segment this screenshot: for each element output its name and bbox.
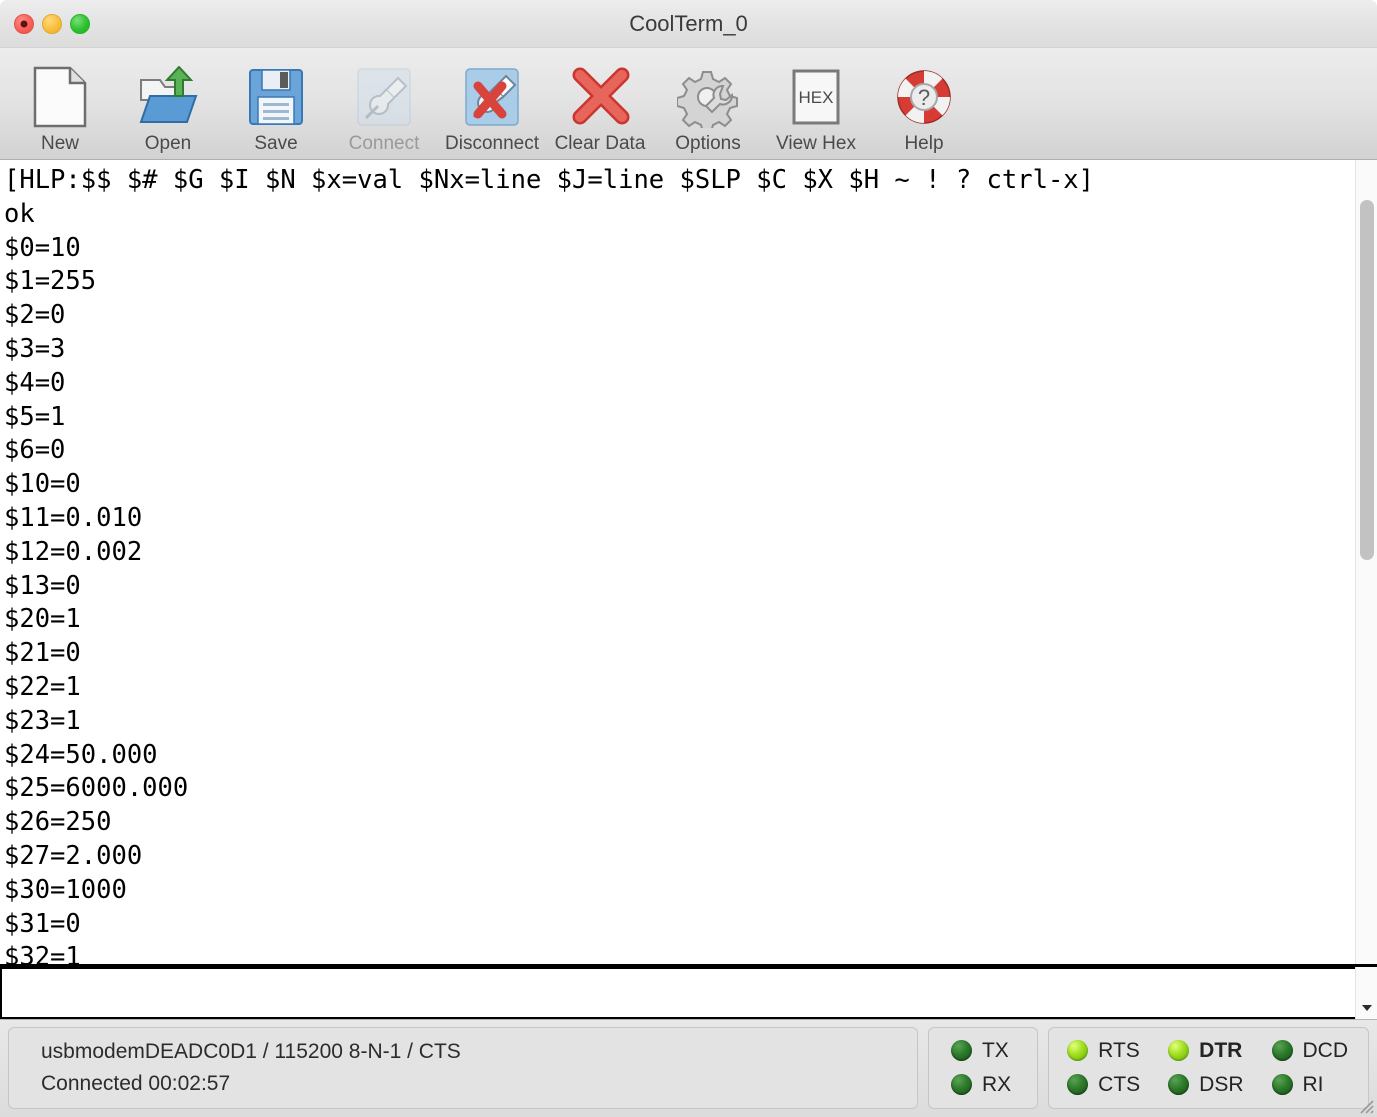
rx-led-icon [951,1074,972,1095]
toolbar-button-clear-data[interactable]: Clear Data [546,51,654,159]
send-row [0,967,1377,1019]
ri-led-label: RI [1303,1073,1324,1097]
tx-led-icon [951,1040,972,1061]
gear-wrench-icon [675,64,741,130]
terminal-area: [HLP:$$ $# $G $I $N $x=val $Nx=line $J=l… [0,160,1377,967]
terminal-output[interactable]: [HLP:$$ $# $G $I $N $x=val $Nx=line $J=l… [0,160,1355,964]
status-bar: usbmodemDEADC0D1 / 115200 8-N-1 / CTS Co… [0,1019,1377,1117]
dcd-led-icon [1272,1040,1293,1061]
led-item-tx: TX [951,1039,1011,1063]
led-item-cts: CTS [1067,1073,1140,1097]
plug-connect-icon [351,64,417,130]
toolbar-button-new[interactable]: New [6,51,114,159]
ri-led-icon [1272,1074,1293,1095]
tx-led-label: TX [982,1039,1009,1063]
led-item-rts: RTS [1067,1039,1140,1063]
hex-box-icon: HEX [783,64,849,130]
toolbar-label-disconnect: Disconnect [445,133,539,155]
chevron-down-icon [1361,1003,1373,1013]
led-item-dcd: DCD [1272,1039,1349,1063]
send-history-dropdown[interactable] [1355,967,1377,1019]
modem-led-panel: RTS CTS DTR DSR DCD [1048,1027,1369,1109]
svg-text:?: ? [918,85,930,110]
modem-led-grid: RTS CTS DTR DSR DCD [1067,1039,1348,1097]
red-x-icon [567,64,633,130]
resize-grip[interactable] [1356,1096,1374,1114]
toolbar-button-disconnect[interactable]: Disconnect [438,51,546,159]
lifebuoy-question-icon: ? [891,64,957,130]
dtr-led-label: DTR [1199,1039,1242,1063]
toolbar-label-clear-data: Clear Data [555,133,646,155]
rts-led-label: RTS [1098,1039,1140,1063]
txrx-led-panel: TX RX [928,1027,1038,1109]
rts-led-icon [1067,1040,1088,1061]
svg-text:HEX: HEX [799,88,834,107]
toolbar-button-connect[interactable]: Connect [330,51,438,159]
led-item-dsr: DSR [1168,1073,1243,1097]
txrx-led-grid: TX RX [951,1039,1011,1097]
plug-disconnect-icon [459,64,525,130]
toolbar-label-view-hex: View Hex [776,133,856,155]
dtr-led-icon [1168,1040,1189,1061]
led-item-ri: RI [1272,1073,1349,1097]
dsr-led-label: DSR [1199,1073,1243,1097]
open-folder-icon [135,64,201,130]
toolbar-label-help: Help [904,133,943,155]
rx-led-label: RX [982,1073,1011,1097]
connection-info-panel: usbmodemDEADC0D1 / 115200 8-N-1 / CTS Co… [8,1027,918,1109]
toolbar: New Open [0,48,1377,160]
toolbar-label-save: Save [254,133,297,155]
dcd-led-label: DCD [1303,1039,1349,1063]
cts-led-icon [1067,1074,1088,1095]
cts-led-label: CTS [1098,1073,1140,1097]
toolbar-label-connect: Connect [349,133,420,155]
toolbar-button-save[interactable]: Save [222,51,330,159]
new-document-icon [27,64,93,130]
connection-status-text: Connected 00:02:57 [41,1072,230,1096]
terminal-scrollbar-thumb[interactable] [1360,200,1374,560]
terminal-scrollbar[interactable] [1355,160,1377,964]
led-item-rx: RX [951,1073,1011,1097]
toolbar-label-open: Open [145,133,191,155]
led-item-dtr: DTR [1168,1039,1243,1063]
dsr-led-icon [1168,1074,1189,1095]
send-input[interactable] [0,967,1355,1019]
app-window: CoolTerm_0 New Open [0,0,1377,1117]
toolbar-label-options: Options [675,133,740,155]
window-title: CoolTerm_0 [0,0,1377,48]
toolbar-button-options[interactable]: Options [654,51,762,159]
toolbar-label-new: New [41,133,79,155]
floppy-disk-icon [243,64,309,130]
connection-settings-text: usbmodemDEADC0D1 / 115200 8-N-1 / CTS [41,1040,461,1064]
toolbar-button-help[interactable]: ? Help [870,51,978,159]
toolbar-button-view-hex[interactable]: HEX View Hex [762,51,870,159]
title-bar: CoolTerm_0 [0,0,1377,48]
toolbar-button-open[interactable]: Open [114,51,222,159]
